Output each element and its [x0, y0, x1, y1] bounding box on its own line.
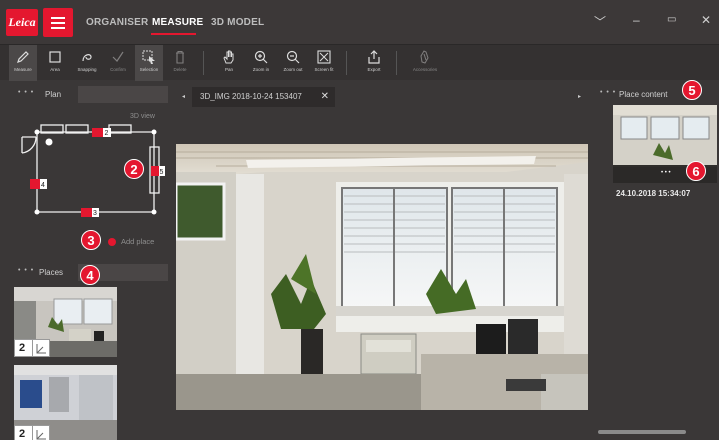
zoom-out-icon	[286, 50, 300, 64]
plan-header-bar	[78, 86, 168, 103]
snapping-tool-button[interactable]: Snapping	[73, 45, 101, 81]
area-square-icon	[49, 51, 61, 63]
screen-fit-icon	[317, 50, 331, 64]
collapse-icon[interactable]: ﹀	[594, 13, 606, 30]
confirm-tool-button[interactable]: Confirm	[104, 45, 132, 81]
tool-label: Delete	[173, 67, 187, 72]
place-content-title: Place content	[619, 90, 668, 99]
trash-icon	[176, 50, 184, 64]
close-tab-icon[interactable]: ✕	[321, 87, 329, 107]
image-tab[interactable]: 3D_IMG 2018-10-24 153407 ✕	[192, 87, 335, 107]
selection-cursor-icon	[142, 50, 155, 64]
capture-count-badge: 2	[14, 339, 50, 357]
tool-label: Snapping	[77, 67, 97, 72]
marker-label: 5	[160, 169, 164, 176]
place-thumbnail[interactable]: 2	[14, 365, 117, 440]
toolbar-divider	[203, 51, 204, 75]
selection-tool-button[interactable]: Selection	[135, 45, 163, 81]
top-bar: Leica ORGANISER MEASURE 3D MODEL ﹀ – ▭ ✕	[0, 0, 719, 44]
office-panorama-photo	[176, 144, 588, 410]
tool-label: Zoom in	[252, 67, 270, 72]
plan-title: Plan	[45, 90, 62, 99]
toolbar: Measure Area Snapping Confirm Selection …	[0, 44, 719, 81]
callout-badge: 3	[81, 230, 101, 250]
place-marker[interactable]: 2	[92, 128, 111, 137]
export-icon	[368, 50, 380, 64]
places-title: Places	[39, 268, 64, 277]
place-marker[interactable]: 5	[151, 166, 165, 176]
pencil-icon	[17, 51, 29, 63]
place-thumbnail[interactable]: 2	[14, 287, 117, 357]
marker-label: 4	[41, 182, 45, 189]
image-tab-title: 3D_IMG 2018-10-24 153407	[200, 92, 302, 101]
plan-panel-header: • • • Plan	[14, 86, 168, 103]
export-tool-button[interactable]: Export	[360, 45, 388, 81]
tool-label: Export	[367, 67, 381, 72]
callout-badge: 6	[686, 161, 706, 181]
hamburger-menu-button[interactable]	[43, 8, 73, 37]
drag-grip-icon[interactable]: • • •	[600, 89, 616, 96]
callout-badge: 4	[80, 265, 100, 285]
screen-fit-tool-button[interactable]: Screen fit	[310, 45, 338, 81]
capture-count: 2	[19, 342, 26, 354]
tool-label: Area	[50, 67, 60, 72]
toolbar-divider	[396, 51, 397, 75]
drag-grip-icon[interactable]: • • •	[18, 267, 34, 274]
accessories-icon	[420, 50, 429, 64]
callout-badge: 5	[682, 80, 702, 100]
tool-label: Accessories	[412, 67, 438, 72]
zoom-out-tool-button[interactable]: Zoom out	[279, 45, 307, 81]
tab-organiser[interactable]: ORGANISER	[86, 17, 148, 28]
active-tab-indicator	[151, 33, 196, 35]
callout-badge: 2	[124, 159, 144, 179]
place-marker[interactable]: 3	[81, 208, 99, 217]
capture-count: 2	[19, 428, 26, 440]
capture-count-badge: 2	[14, 425, 50, 440]
tab-measure[interactable]: MEASURE	[152, 17, 203, 28]
minimize-button[interactable]: –	[633, 13, 640, 27]
toolbar-divider	[346, 51, 347, 75]
pan-tool-button[interactable]: Pan	[215, 45, 243, 81]
tool-label: Selection	[139, 67, 159, 72]
zoom-in-tool-button[interactable]: Zoom in	[247, 45, 275, 81]
tool-label: Screen fit	[314, 67, 334, 72]
place-marker[interactable]: 4	[30, 179, 47, 189]
measure-tool-button[interactable]: Measure	[9, 45, 37, 81]
tool-label: Zoom out	[283, 67, 303, 72]
tab-prev-arrow[interactable]: ◂	[182, 93, 185, 100]
hand-icon	[223, 50, 234, 64]
more-options-icon[interactable]: • • •	[661, 170, 671, 176]
maximize-button[interactable]: ▭	[667, 14, 676, 25]
marker-label: 2	[105, 130, 109, 137]
floor-plan[interactable]: 2 5 4 3	[8, 115, 168, 225]
delete-tool-button[interactable]: Delete	[166, 45, 194, 81]
app-window: Leica ORGANISER MEASURE 3D MODEL ﹀ – ▭ ✕…	[0, 0, 719, 440]
add-place-icon[interactable]	[108, 238, 116, 246]
tool-label: Confirm	[110, 67, 126, 72]
capture-timestamp: 24.10.2018 15:34:07	[616, 189, 691, 198]
area-tool-button[interactable]: Area	[41, 45, 69, 81]
viewer-tab-bar: ◂ 3D_IMG 2018-10-24 153407 ✕ ▸	[170, 82, 590, 112]
tab-next-arrow[interactable]: ▸	[578, 93, 581, 100]
angle-icon	[36, 344, 46, 354]
drag-grip-icon[interactable]: • • •	[18, 89, 34, 96]
check-icon	[112, 51, 124, 62]
horizontal-scrollbar[interactable]	[598, 430, 686, 434]
tab-3d-model[interactable]: 3D MODEL	[211, 17, 264, 28]
tool-label: Measure	[14, 67, 32, 72]
leica-logo: Leica	[6, 9, 38, 36]
add-place-button[interactable]: Add place	[121, 237, 154, 246]
marker-label: 3	[93, 210, 97, 217]
accessories-tool-button[interactable]: Accessories	[411, 45, 439, 81]
snapping-icon	[82, 54, 92, 62]
panorama-image-viewer[interactable]	[176, 144, 588, 410]
close-window-button[interactable]: ✕	[701, 13, 711, 27]
angle-icon	[36, 430, 46, 440]
zoom-in-icon	[254, 50, 268, 64]
tool-label: Pan	[224, 67, 233, 72]
